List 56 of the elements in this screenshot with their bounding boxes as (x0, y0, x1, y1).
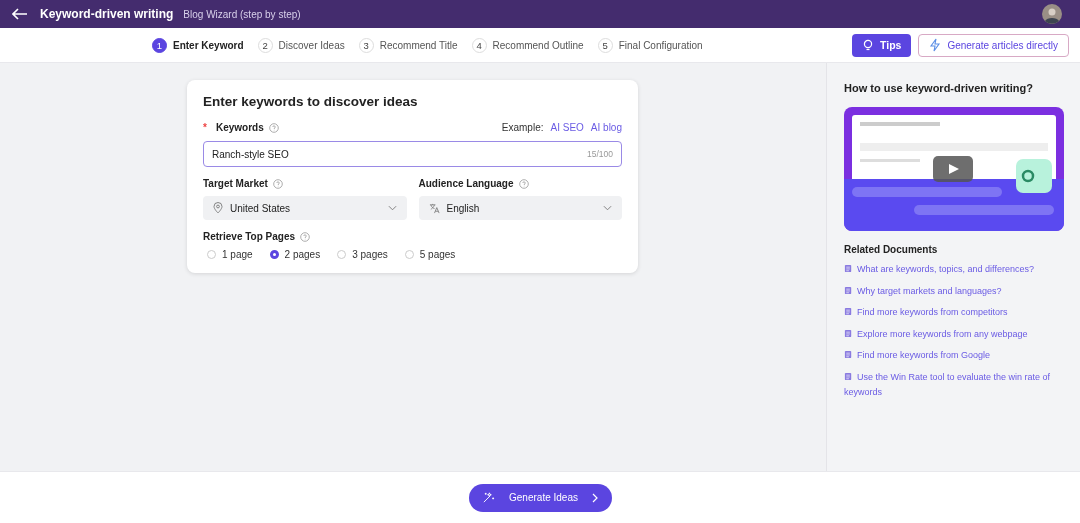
lightbulb-icon (862, 39, 874, 51)
document-icon (844, 350, 853, 359)
document-link[interactable]: Use the Win Rate tool to evaluate the win rate of keywords (844, 369, 1068, 401)
radio-button[interactable] (269, 250, 279, 259)
step-tab[interactable]: 3 Recommend Title (358, 37, 458, 53)
document-link[interactable]: Find more keywords from competitors (844, 305, 1068, 321)
chevron-down-icon (387, 205, 397, 211)
location-pin-icon (213, 202, 223, 214)
example-link[interactable]: AI SEO (550, 122, 584, 133)
document-icon (844, 285, 853, 295)
translate-icon (428, 202, 440, 214)
document-icon (844, 264, 853, 273)
form-title: Enter keywords to discover ideas (203, 94, 419, 109)
chevron-right-icon (591, 492, 598, 503)
field-label: Retrieve Top Pages (203, 231, 296, 242)
help-icon[interactable] (300, 231, 311, 242)
step-tab[interactable]: 4 Recommend Outline (471, 37, 584, 53)
lightning-icon (929, 38, 942, 52)
tips-button[interactable]: Tips (852, 33, 912, 57)
radio-label[interactable]: 3 pages (352, 249, 388, 260)
page-subtitle: Blog Wizard (step by step) (183, 8, 301, 20)
example-link[interactable]: AI blog (590, 122, 622, 133)
step-tab[interactable]: 5 Final Configuration (597, 37, 703, 53)
chevron-down-icon (603, 205, 612, 211)
avatar-icon[interactable] (1042, 4, 1062, 24)
keyword-field[interactable]: Ranch-style SEO 15/100 (203, 141, 622, 167)
market-dropdown[interactable]: United States (203, 196, 407, 220)
document-link[interactable]: Why target markets and languages? (844, 283, 1068, 299)
sidebar-title: How to use keyword-driven writing? (844, 82, 1034, 94)
radio-label[interactable]: 2 pages (284, 249, 321, 260)
example-label: Example: (501, 122, 544, 133)
language-dropdown[interactable]: English (418, 196, 622, 220)
page-title: Keyword-driven writing (40, 7, 174, 21)
help-icon[interactable] (272, 178, 283, 189)
radio-label[interactable]: 1 page (222, 249, 253, 260)
back-arrow-icon[interactable] (12, 8, 28, 20)
document-icon (844, 328, 853, 338)
document-link[interactable]: What are keywords, topics, and differences? (844, 262, 1068, 278)
radio-label[interactable]: 5 pages (419, 249, 456, 260)
step-tab[interactable]: 2 Discover Ideas (257, 37, 345, 53)
document-icon (844, 307, 853, 316)
field-label: Audience Language (418, 178, 514, 189)
field-label: Keywords (215, 122, 264, 133)
help-icon[interactable] (518, 178, 529, 189)
generate-ideas-button[interactable]: Generate Ideas (468, 483, 612, 512)
document-link[interactable]: Find more keywords from Google (844, 348, 1068, 364)
document-icon (844, 371, 853, 381)
section-title: Related Documents (844, 244, 939, 255)
help-icon[interactable] (268, 122, 279, 133)
play-icon[interactable] (933, 156, 973, 182)
magic-wand-icon (482, 491, 496, 504)
generate-articles-button[interactable]: Generate articles directly (918, 33, 1069, 57)
step-tab[interactable]: 1 Enter Keyword (152, 37, 244, 53)
required-mark: * (203, 122, 207, 133)
field-label: Target Market (203, 178, 268, 189)
document-link[interactable]: Explore more keywords from any webpage (844, 326, 1068, 342)
